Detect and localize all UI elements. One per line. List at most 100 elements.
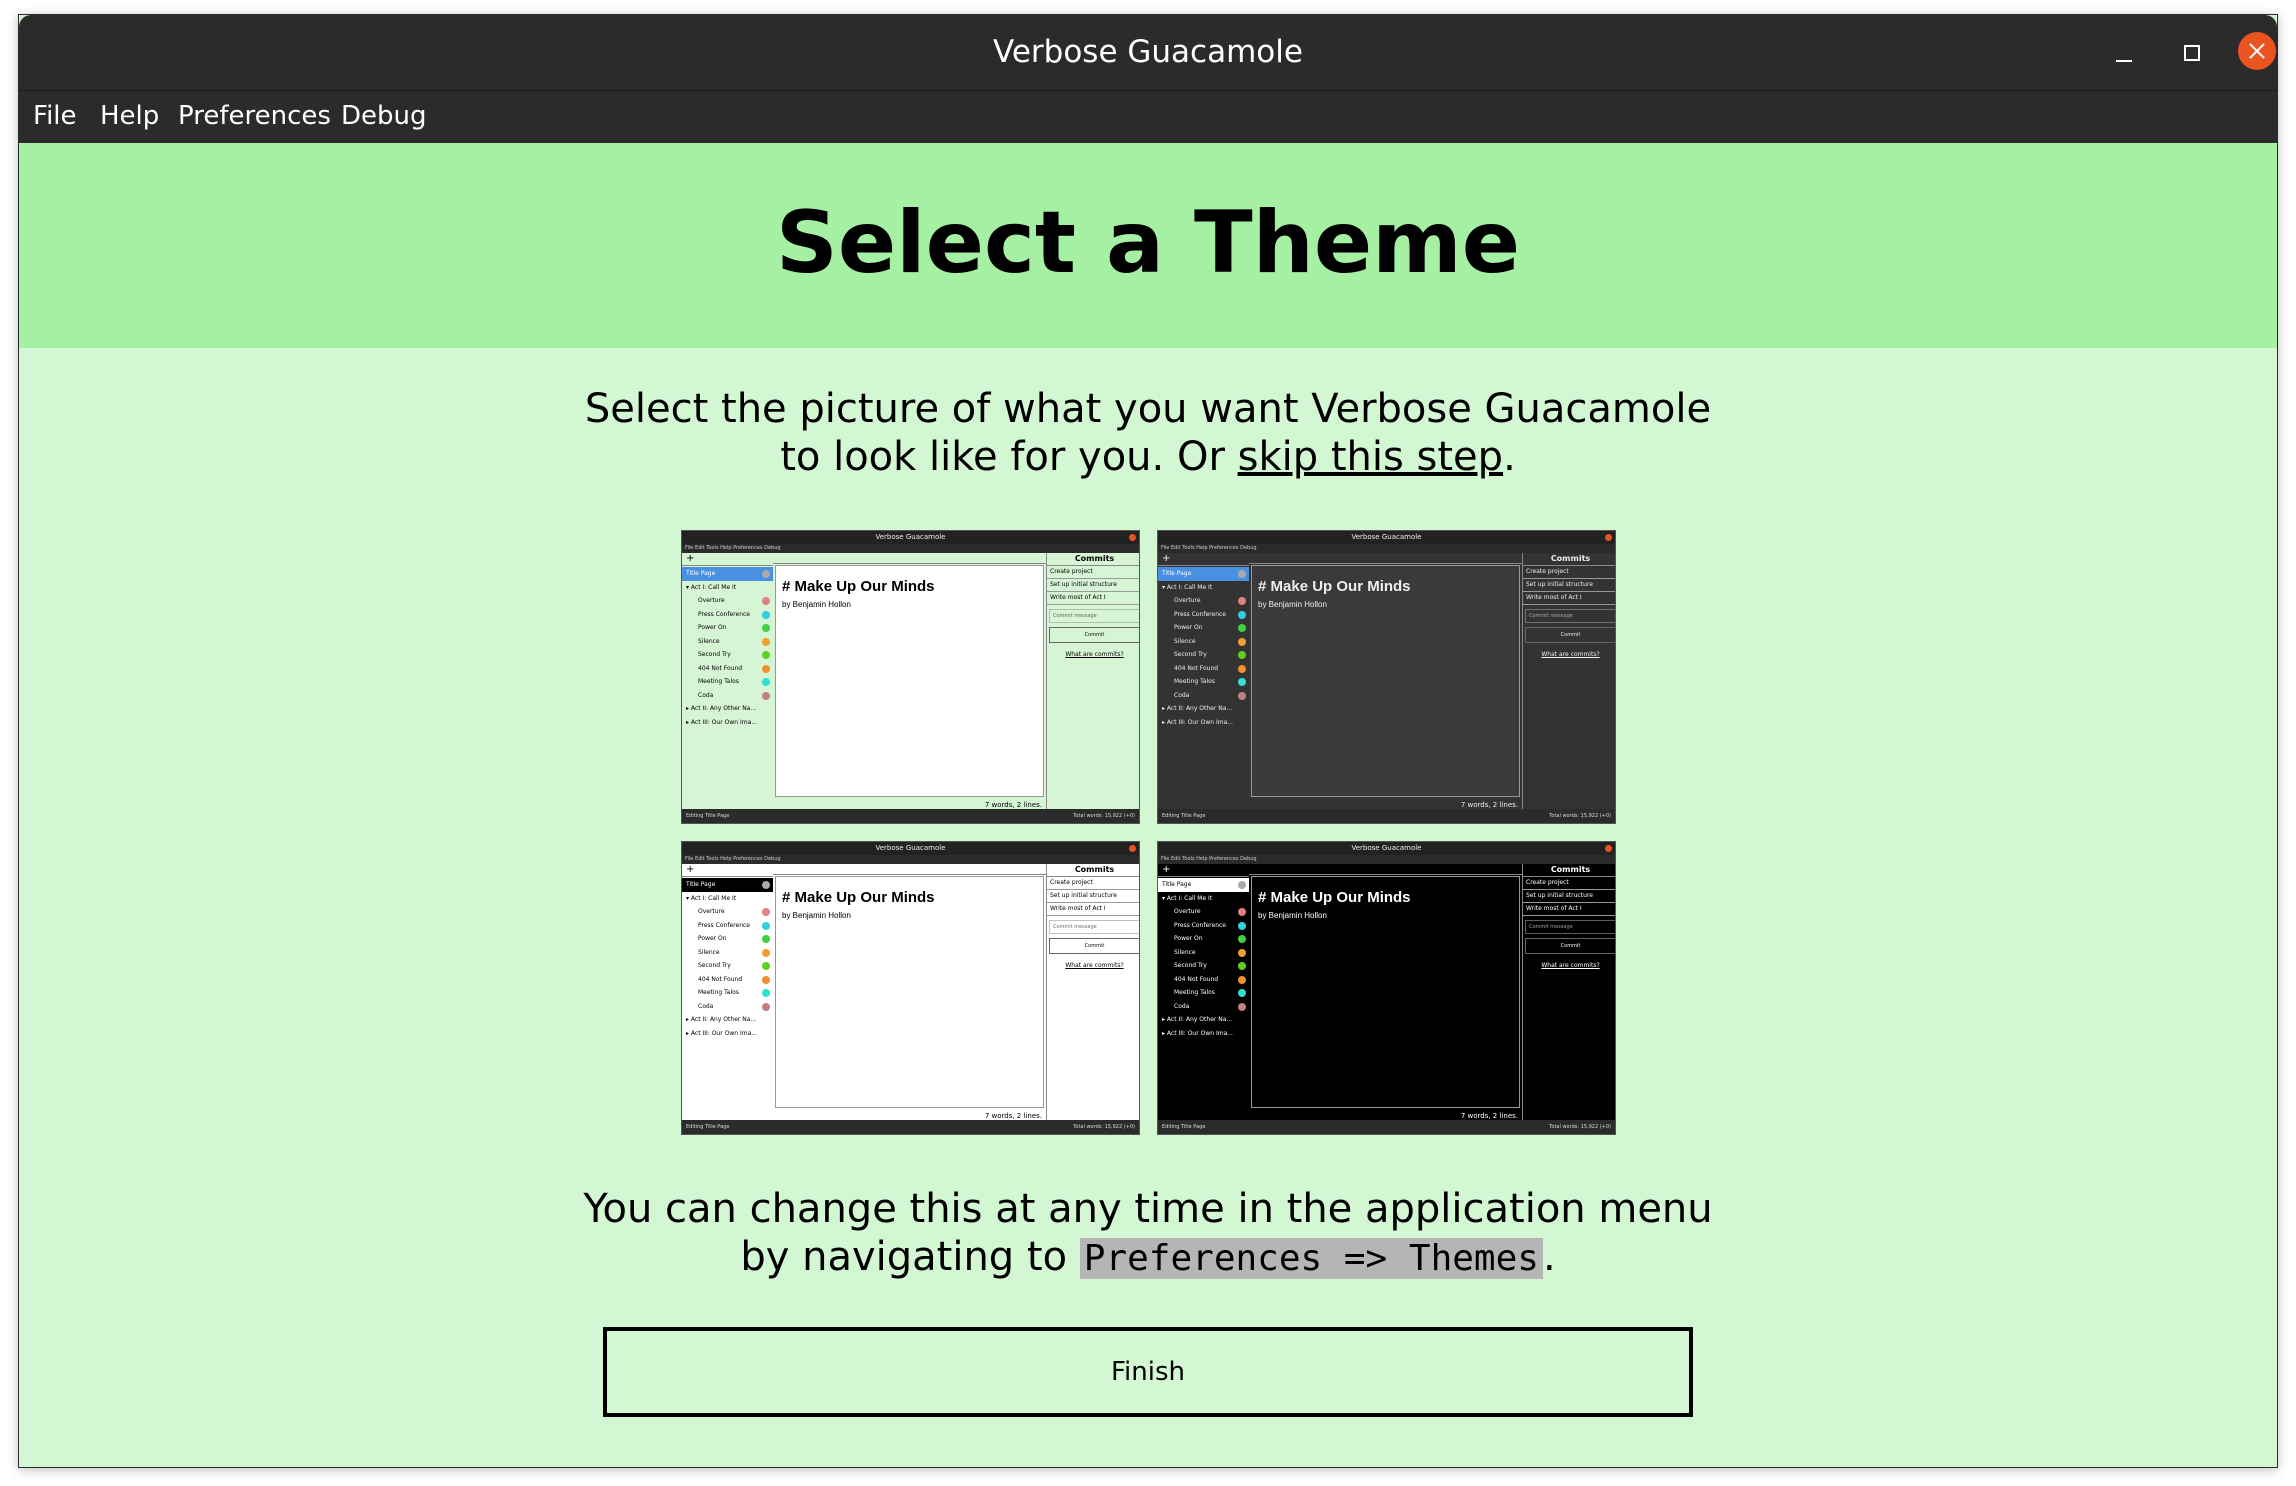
thumb-tree-item: Title Page: [1158, 878, 1249, 892]
thumb-commit-item: Create project: [1047, 877, 1139, 890]
thumb-status-dot: [762, 570, 770, 578]
thumb-add-icon: +: [1158, 553, 1249, 566]
thumb-status: Editing Title Page Total words: 15,922 (+…: [1158, 1120, 1615, 1134]
thumb-total-words: Total words: 15,922 (+0): [1073, 813, 1135, 819]
thumb-tree-item: ▸ Act II: Any Other Na...: [686, 1016, 757, 1023]
thumb-tree-item: Power On: [1158, 932, 1249, 946]
thumb-tree-item: Silence: [1158, 635, 1249, 649]
outro-line-2: by navigating to Preferences => Themes.: [19, 1233, 2277, 1283]
thumb-heading: # Make Up Our Minds: [1258, 578, 1411, 595]
thumb-tree-item: 404 Not Found: [1158, 973, 1249, 987]
thumb-tree-item: ▸ Act II: Any Other Na...: [1162, 1016, 1233, 1023]
thumb-editor: # Make Up Our Minds by Benjamin Hollon 7…: [1249, 553, 1522, 811]
thumb-status-dot: [762, 921, 770, 930]
thumb-menu: File Edit Tools Help Preferences Debug: [1158, 855, 1615, 864]
thumb-byline: by Benjamin Hollon: [1258, 600, 1327, 609]
thumb-add-icon: +: [682, 553, 773, 566]
outro-line-2-end: .: [1542, 1234, 1556, 1280]
thumb-commit-input: Commit message: [1049, 609, 1139, 623]
thumb-sidebar: + Title Page ▾ Act I: Call Me It Overture P…: [1158, 864, 1250, 1122]
thumb-commits-title: Commits: [1523, 864, 1615, 877]
close-icon[interactable]: [2238, 32, 2276, 70]
thumb-commit-list: Create project Set up initial structure Wr…: [1523, 566, 1615, 605]
thumb-status-dot: [1238, 962, 1246, 970]
thumb-tree-item: Second Try: [682, 648, 773, 662]
thumb-status: Editing Title Page Total words: 15,922 (+…: [1158, 809, 1615, 823]
thumb-tree-item: ▸ Act II: Any Other Na...: [1162, 705, 1233, 712]
thumb-tree-item: Overture: [682, 594, 773, 608]
thumb-status-text: Editing Title Page: [686, 1124, 730, 1130]
thumb-status-dot: [762, 597, 770, 605]
thumb-commit-input: Commit message: [1525, 920, 1615, 934]
thumb-tree-item: ▸ Act III: Our Own Ima...: [686, 718, 757, 726]
app-window: Verbose Guacamole File Help Preferences …: [18, 14, 2278, 1468]
thumb-commits: Commits Create project Set up initial str…: [1522, 864, 1615, 1122]
thumb-status-dot: [1238, 691, 1246, 700]
menu-debug[interactable]: Debug: [341, 101, 427, 131]
title-bar[interactable]: Verbose Guacamole: [19, 15, 2277, 90]
menu-preferences[interactable]: Preferences: [178, 101, 331, 131]
thumb-commit-input: Commit message: [1525, 609, 1615, 623]
thumb-tree-item: ▾ Act I: Call Me It: [1162, 894, 1213, 902]
outro-line-1: You can change this at any time in the a…: [583, 1186, 1713, 1232]
thumb-commits-title: Commits: [1047, 553, 1139, 566]
theme-light-green[interactable]: Verbose Guacamole File Edit Tools Help P…: [681, 530, 1140, 824]
thumb-sidebar: + Title Page ▾ Act I: Call Me It Overture P…: [682, 553, 774, 811]
thumb-close-icon: [1129, 534, 1136, 541]
thumb-total-words: Total words: 15,922 (+0): [1549, 1124, 1611, 1130]
menu-file[interactable]: File: [33, 101, 77, 131]
thumb-tree-item: Power On: [682, 621, 773, 635]
thumb-commits: Commits Create project Set up initial str…: [1046, 864, 1139, 1122]
thumb-sidebar: + Title Page ▾ Act I: Call Me It Overture P…: [1158, 553, 1250, 811]
thumb-tree-item: ▸ Act II: Any Other Na...: [686, 705, 757, 712]
thumb-status-dot: [1238, 678, 1246, 686]
thumb-tree-item: Meeting Talos: [682, 675, 773, 689]
theme-dark[interactable]: Verbose Guacamole File Edit Tools Help P…: [1157, 530, 1616, 824]
maximize-icon[interactable]: [2172, 33, 2212, 73]
thumb-status-dot: [762, 610, 770, 619]
thumb-editor: # Make Up Our Minds by Benjamin Hollon 7…: [773, 864, 1046, 1122]
thumb-toolbar: [1249, 553, 1522, 564]
minimize-icon[interactable]: [2104, 33, 2144, 73]
thumb-tree-item: Coda: [1158, 1000, 1249, 1014]
theme-white[interactable]: Verbose Guacamole File Edit Tools Help P…: [681, 841, 1140, 1135]
skip-step-link[interactable]: skip this step: [1238, 434, 1503, 480]
thumb-commits-link: What are commits?: [1065, 651, 1124, 658]
thumb-tree-item: Meeting Talos: [1158, 986, 1249, 1000]
preferences-path-code: Preferences => Themes: [1079, 1238, 1543, 1279]
thumb-status-dot: [762, 651, 770, 659]
thumb-status-dot: [1238, 570, 1246, 578]
thumb-tree-item: Press Conference: [682, 608, 773, 622]
thumb-status-dot: [762, 678, 770, 686]
thumb-tree-item: Second Try: [1158, 648, 1249, 662]
theme-grid: Verbose Guacamole File Edit Tools Help P…: [681, 530, 1619, 1150]
thumb-tree-item: Press Conference: [1158, 919, 1249, 933]
thumb-tree-item: Silence: [682, 946, 773, 960]
intro-line-1: Select the picture of what you want Verb…: [584, 386, 1712, 432]
thumb-commit-input: Commit message: [1049, 920, 1139, 934]
thumb-tree-item: Overture: [1158, 594, 1249, 608]
thumb-tree: Title Page ▾ Act I: Call Me It Overture Pre…: [1158, 567, 1249, 729]
thumb-commit-list: Create project Set up initial structure Wr…: [1047, 877, 1139, 916]
finish-button[interactable]: Finish: [603, 1327, 1693, 1417]
intro-line-2-text: to look like for you. Or: [780, 434, 1238, 480]
thumb-status-dot: [762, 975, 770, 984]
theme-black[interactable]: Verbose Guacamole File Edit Tools Help P…: [1157, 841, 1616, 1135]
thumb-word-count: 7 words, 2 lines.: [1460, 801, 1518, 809]
thumb-tree-item: Title Page: [682, 567, 773, 581]
thumb-status-text: Editing Title Page: [1162, 813, 1206, 819]
thumb-tree-item: ▸ Act III: Our Own Ima...: [1162, 718, 1233, 726]
thumb-tree-item: Silence: [1158, 946, 1249, 960]
thumb-commits-link: What are commits?: [1541, 651, 1600, 658]
thumb-tree-item: Coda: [682, 689, 773, 703]
thumb-page: # Make Up Our Minds by Benjamin Hollon: [1251, 876, 1520, 1108]
thumb-toolbar: [773, 553, 1046, 564]
menu-help[interactable]: Help: [100, 101, 159, 131]
page-title: Select a Theme: [775, 193, 1521, 293]
thumb-tree-item: 404 Not Found: [682, 662, 773, 676]
thumb-toolbar: [773, 864, 1046, 875]
thumb-tree-item: Press Conference: [1158, 608, 1249, 622]
thumb-title: Verbose Guacamole: [682, 842, 1139, 855]
thumb-tree-item: Meeting Talos: [682, 986, 773, 1000]
thumb-heading: # Make Up Our Minds: [782, 889, 935, 906]
